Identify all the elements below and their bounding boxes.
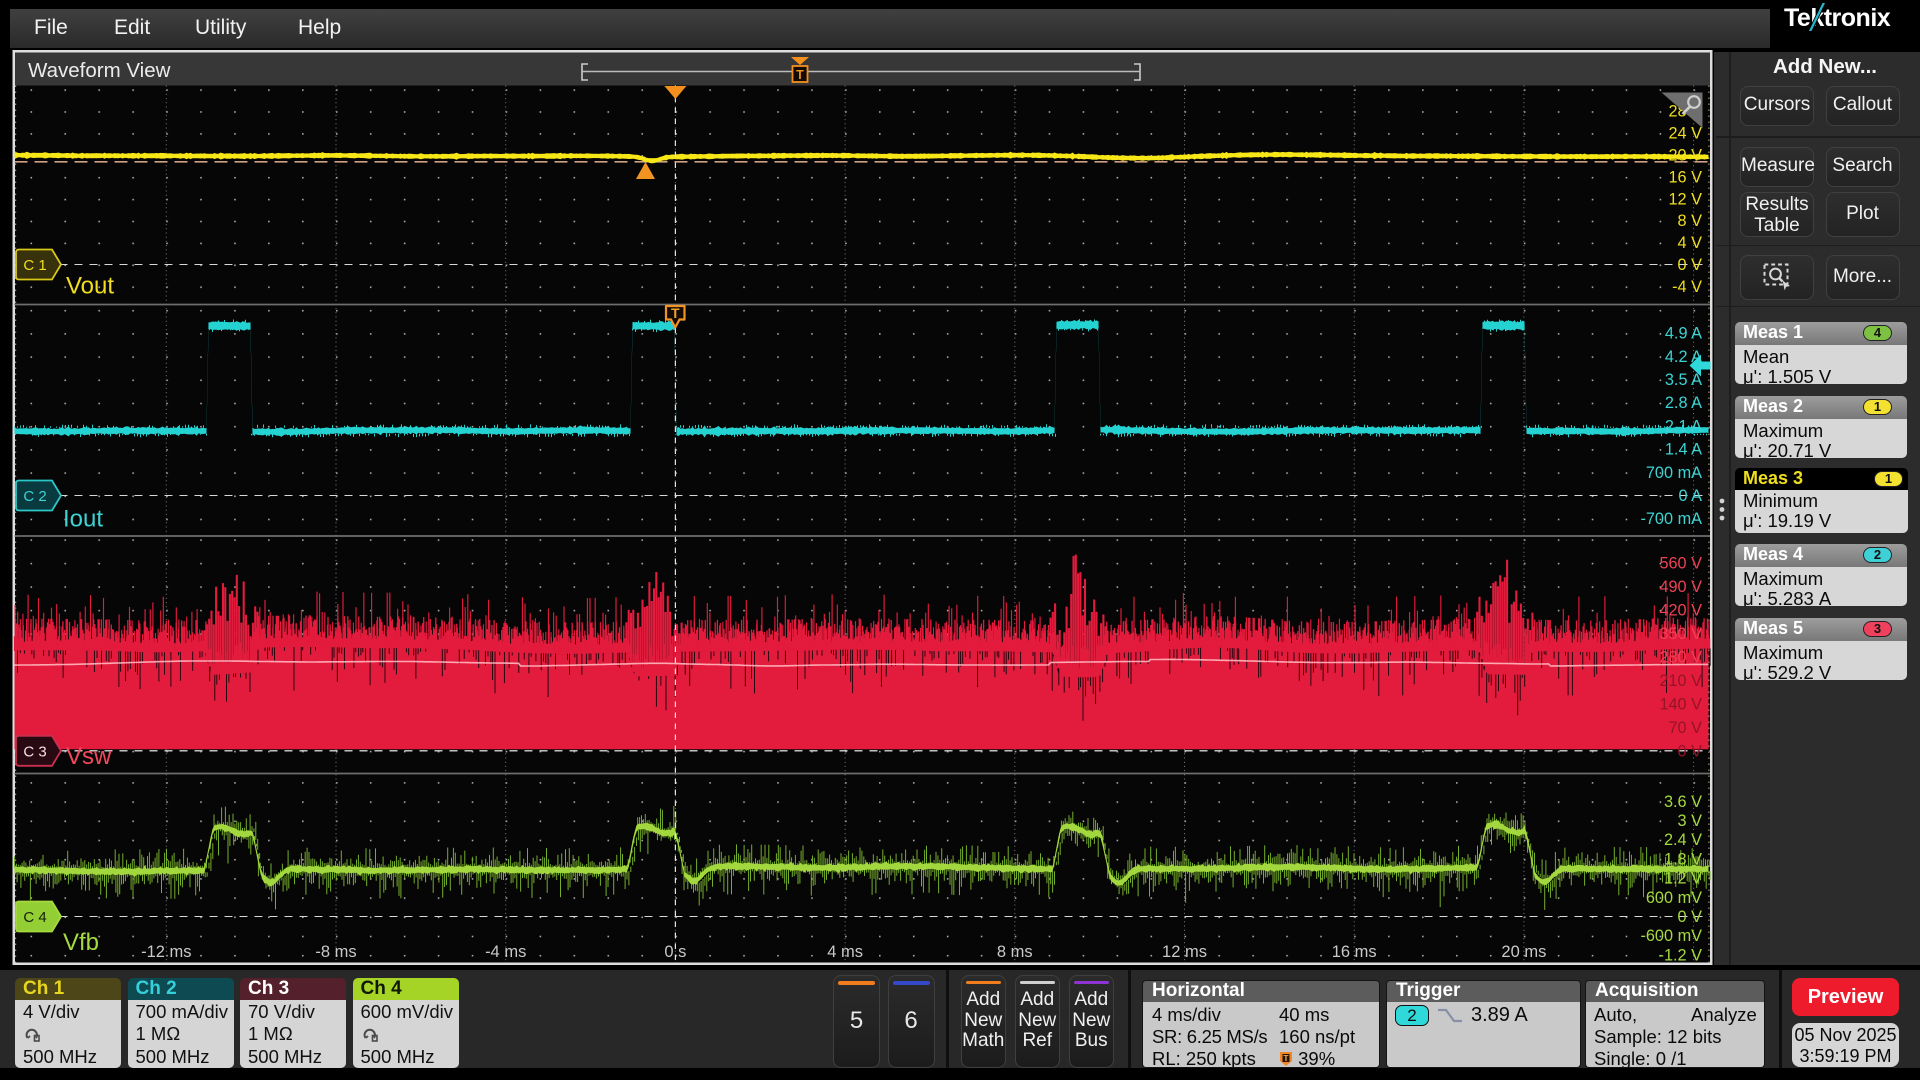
svg-text:0 V: 0 V <box>1678 908 1703 926</box>
svg-text:490 V: 490 V <box>1659 578 1702 596</box>
svg-text:2.1 A: 2.1 A <box>1665 417 1702 435</box>
svg-text:140 V: 140 V <box>1659 695 1702 713</box>
svg-text:8 ms: 8 ms <box>997 943 1033 961</box>
svg-text:-12 ms: -12 ms <box>141 943 191 961</box>
svg-text:Vsw: Vsw <box>66 743 112 770</box>
svg-text:1.8 V: 1.8 V <box>1664 850 1702 868</box>
svg-text:420 V: 420 V <box>1659 601 1702 619</box>
svg-text:-600 mV: -600 mV <box>1640 927 1702 945</box>
svg-text:700 mA: 700 mA <box>1646 464 1702 482</box>
svg-text:1.4 A: 1.4 A <box>1665 441 1702 459</box>
svg-text:C 3: C 3 <box>23 743 46 760</box>
svg-text:Tektronix: Tektronix <box>1784 4 1891 32</box>
svg-text:600 mV: 600 mV <box>1646 889 1702 907</box>
svg-text:0 V: 0 V <box>1678 742 1703 760</box>
svg-text:8 V: 8 V <box>1678 212 1703 230</box>
svg-text:C 1: C 1 <box>23 257 46 274</box>
svg-text:T: T <box>796 68 804 82</box>
svg-text:-4 V: -4 V <box>1672 278 1702 296</box>
svg-text:-4 ms: -4 ms <box>485 943 526 961</box>
svg-text:16 V: 16 V <box>1669 168 1703 186</box>
svg-text:350 V: 350 V <box>1659 625 1702 643</box>
svg-text:70 V: 70 V <box>1669 719 1703 737</box>
svg-text:210 V: 210 V <box>1659 672 1702 690</box>
svg-text:12 ms: 12 ms <box>1162 943 1207 961</box>
svg-text:Waveform View: Waveform View <box>28 59 171 82</box>
svg-text:0 A: 0 A <box>1678 487 1702 505</box>
svg-text:Vfb: Vfb <box>63 929 99 956</box>
svg-text:0 s: 0 s <box>664 943 686 961</box>
svg-text:3.5 A: 3.5 A <box>1665 371 1702 389</box>
svg-text:4 ms: 4 ms <box>827 943 863 961</box>
svg-text:20 ms: 20 ms <box>1501 943 1546 961</box>
svg-text:4.9 A: 4.9 A <box>1665 325 1702 343</box>
svg-text:2.4 V: 2.4 V <box>1664 831 1702 849</box>
svg-text:T: T <box>1283 1053 1289 1063</box>
svg-text:1.2 V: 1.2 V <box>1664 870 1702 888</box>
svg-text:3 V: 3 V <box>1678 812 1703 830</box>
svg-text:280 V: 280 V <box>1659 648 1702 666</box>
svg-text:3.6 V: 3.6 V <box>1664 793 1702 811</box>
svg-text:Vout: Vout <box>66 273 114 300</box>
svg-text:2.8 A: 2.8 A <box>1665 394 1702 412</box>
svg-text:-8 ms: -8 ms <box>315 943 356 961</box>
svg-text:C 4: C 4 <box>23 909 46 926</box>
svg-text:Iout: Iout <box>63 506 103 533</box>
svg-text:560 V: 560 V <box>1659 554 1702 572</box>
svg-text:20 V: 20 V <box>1669 147 1703 165</box>
svg-text:-700 mA: -700 mA <box>1640 510 1702 528</box>
svg-text:12 V: 12 V <box>1669 190 1703 208</box>
svg-text:C 2: C 2 <box>23 488 46 505</box>
svg-text:T: T <box>671 305 680 321</box>
svg-text:4 V: 4 V <box>1678 234 1703 252</box>
svg-text:0 V: 0 V <box>1678 256 1703 274</box>
svg-text:24 V: 24 V <box>1669 125 1703 143</box>
svg-text:-1.2 V: -1.2 V <box>1659 946 1703 964</box>
svg-text:16 ms: 16 ms <box>1332 943 1377 961</box>
